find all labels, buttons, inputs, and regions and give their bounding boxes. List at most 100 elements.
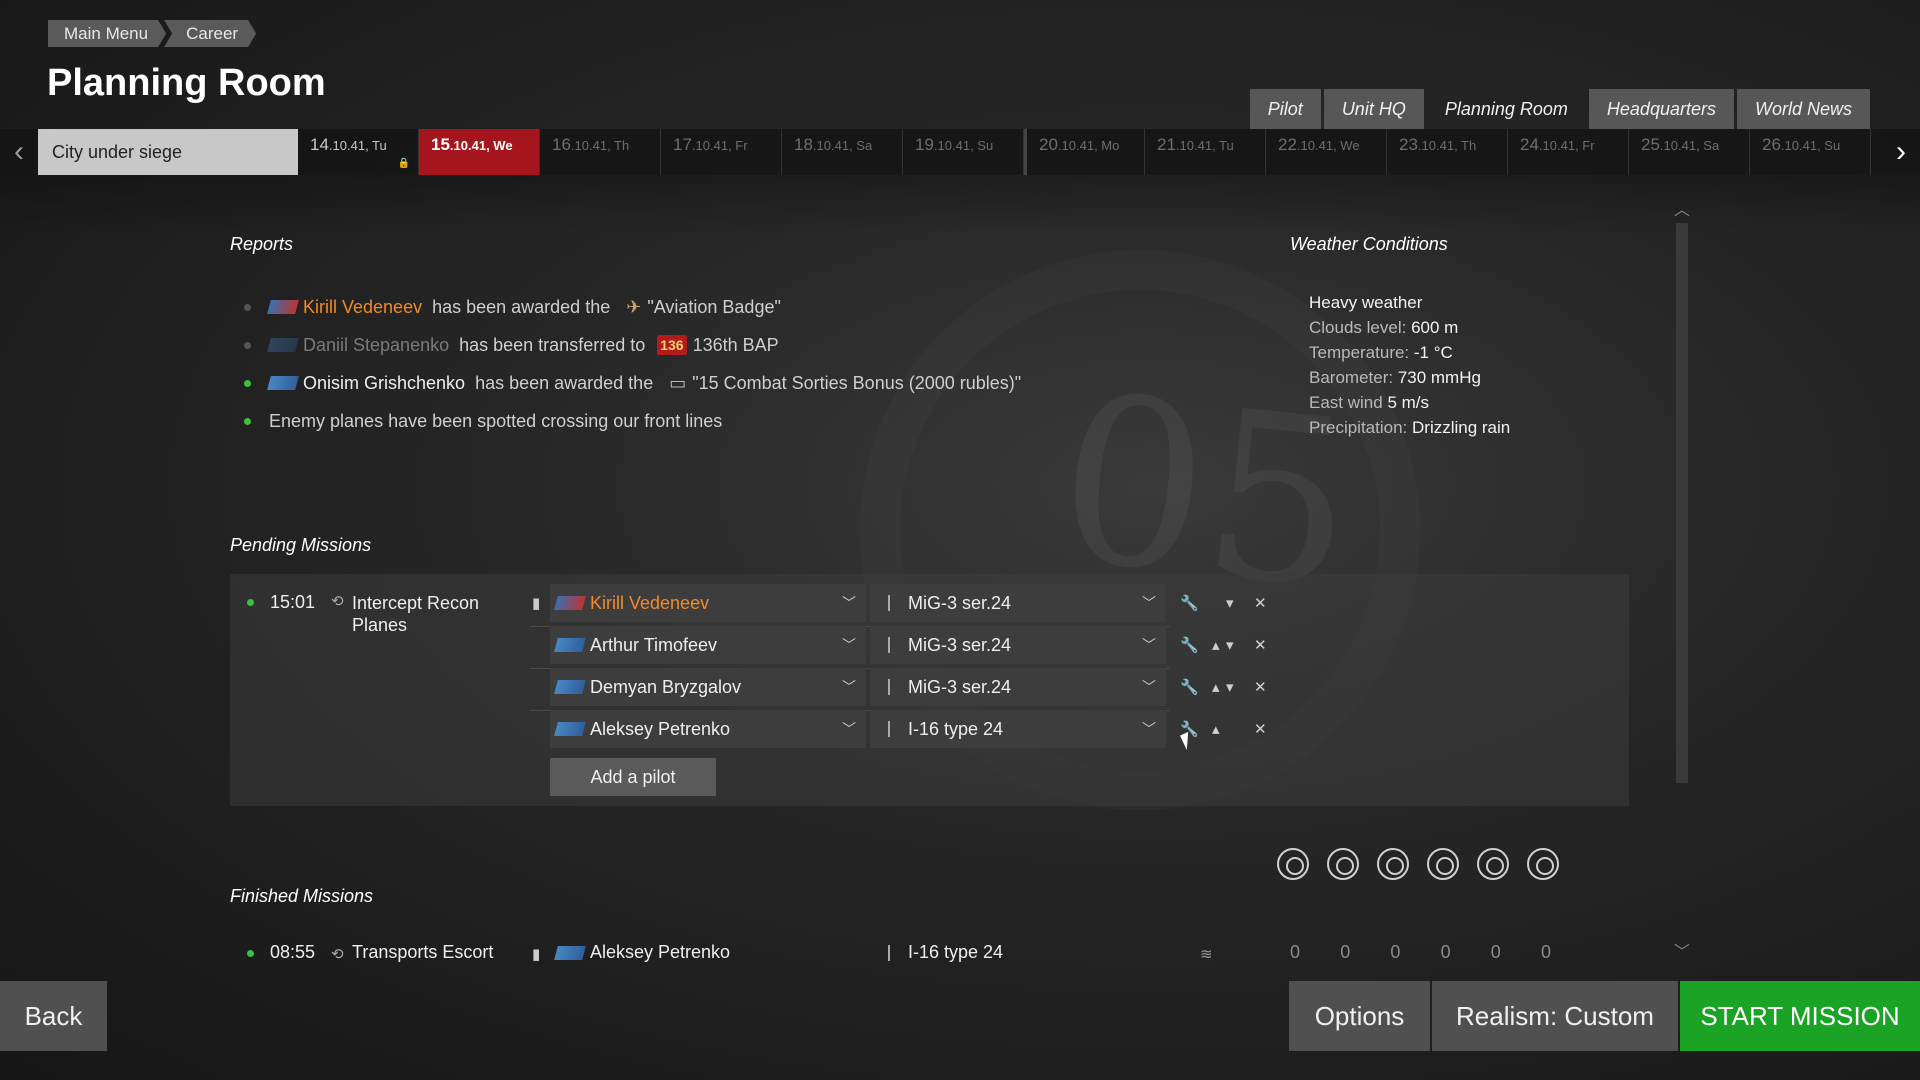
- plane-dropdown[interactable]: MiG-3 ser.24 ﹀: [870, 584, 1166, 622]
- date-cell[interactable]: 25.10.41, Sa: [1629, 129, 1750, 175]
- stat-value: 0: [1540, 942, 1551, 962]
- move-up-icon[interactable]: ▴: [1212, 678, 1220, 696]
- date-cell[interactable]: 15.10.41, We: [419, 129, 540, 175]
- flag-icon: [554, 638, 586, 652]
- finished-mission-time: 08:55: [270, 942, 316, 962]
- pilot-dropdown[interactable]: Aleksey Petrenko ﹀: [550, 710, 866, 748]
- date-cell[interactable]: 23.10.41, Th: [1387, 129, 1508, 175]
- date-rest: .10.41, Su: [933, 138, 994, 153]
- breadcrumb-main-menu[interactable]: Main Menu: [48, 20, 166, 47]
- stat-icons: [1277, 848, 1559, 880]
- reports-title: Reports: [230, 234, 294, 254]
- campaign-name[interactable]: City under siege: [38, 129, 298, 175]
- report-item: Onisim Grishchenko has been awarded the …: [244, 364, 1021, 402]
- date-cell[interactable]: 17.10.41, Fr: [661, 129, 782, 175]
- move-up-icon[interactable]: ▴: [1212, 720, 1220, 738]
- finished-stats: 0 0 0 0 0 0: [1290, 942, 1591, 963]
- plane-dropdown[interactable]: MiG-3 ser.24 ﹀: [870, 626, 1166, 664]
- date-cell[interactable]: 24.10.41, Fr: [1508, 129, 1629, 175]
- date-cell[interactable]: 18.10.41, Sa: [782, 129, 903, 175]
- add-pilot-button[interactable]: Add a pilot: [550, 758, 716, 796]
- finished-pilot[interactable]: Aleksey Petrenko: [554, 942, 730, 963]
- move-down-icon[interactable]: ▾: [1226, 594, 1234, 612]
- armor-targets-icon: [1377, 848, 1409, 880]
- wrench-icon[interactable]: 🔧: [1180, 636, 1199, 654]
- finished-mission-name[interactable]: Transports Escort: [352, 942, 493, 963]
- plane-dropdown-value: MiG-3 ser.24: [908, 592, 1012, 613]
- weather-wind: East wind 5 m/s: [1309, 393, 1429, 412]
- stat-value: 0: [1340, 942, 1351, 962]
- mission-name[interactable]: Intercept Recon Planes: [352, 592, 492, 636]
- fuel-gauge-icon: [888, 721, 890, 737]
- pilot-name[interactable]: Daniil Stepanenko: [303, 335, 449, 356]
- breadcrumb-career[interactable]: Career: [164, 20, 256, 47]
- finished-missions-title: Finished Missions: [230, 886, 374, 906]
- remove-icon[interactable]: ✕: [1254, 594, 1267, 612]
- date-cell[interactable]: 16.10.41, Th: [540, 129, 661, 175]
- realism-button[interactable]: Realism: Custom: [1432, 981, 1678, 1051]
- date-rest: .10.41, Th: [1417, 138, 1477, 153]
- move-down-icon[interactable]: ▾: [1226, 636, 1234, 654]
- plane-dropdown[interactable]: MiG-3 ser.24 ﹀: [870, 668, 1166, 706]
- move-up-icon[interactable]: ▴: [1212, 636, 1220, 654]
- date-day: 23: [1399, 135, 1418, 154]
- chevron-down-icon: ﹀: [1142, 721, 1156, 737]
- date-cell[interactable]: 19.10.41, Su: [903, 129, 1024, 175]
- back-button[interactable]: Back: [0, 981, 107, 1051]
- date-cell[interactable]: 22.10.41, We: [1266, 129, 1387, 175]
- date-cell[interactable]: 26.10.41, Su: [1750, 129, 1871, 175]
- weather-panel: Heavy weather Clouds level: 600 m Temper…: [1309, 290, 1510, 440]
- date-bar: ‹ City under siege 14.10.41, Tu 🔒 15.10.41…: [0, 129, 1920, 175]
- scrollbar[interactable]: [1676, 223, 1688, 783]
- date-day: 19: [915, 135, 934, 154]
- pending-missions-title: Pending Missions: [230, 535, 372, 555]
- tab-world-news[interactable]: World News: [1736, 89, 1870, 129]
- pilot-name[interactable]: Kirill Vedeneev: [303, 297, 422, 318]
- wings-badge-icon: ✈: [626, 296, 642, 317]
- chevron-left-icon[interactable]: ‹: [0, 129, 38, 175]
- tab-planning-room[interactable]: Planning Room: [1427, 89, 1586, 129]
- remove-icon[interactable]: ✕: [1254, 678, 1267, 696]
- wrench-icon[interactable]: 🔧: [1180, 678, 1199, 696]
- pilot-dropdown[interactable]: Kirill Vedeneev ﹀: [550, 584, 866, 622]
- scroll-up-icon[interactable]: ︿: [1674, 196, 1690, 220]
- chevron-right-icon[interactable]: ›: [1882, 129, 1920, 175]
- medal-icon: ≋: [1200, 946, 1213, 963]
- mission-status-dot: [247, 950, 254, 957]
- flag-icon: [554, 680, 586, 694]
- report-item: Kirill Vedeneev has been awarded the ✈ "…: [244, 288, 1021, 326]
- weather-barometer: Barometer: 730 mmHg: [1309, 368, 1481, 387]
- date-cell[interactable]: 20.10.41, Mo: [1024, 129, 1145, 175]
- plane-dropdown[interactable]: I-16 type 24 ﹀: [870, 710, 1166, 748]
- bullet: [244, 341, 251, 349]
- pilot-name[interactable]: Onisim Grishchenko: [303, 373, 465, 394]
- scroll-down-icon[interactable]: ﹀: [1674, 938, 1690, 962]
- date-cell[interactable]: 14.10.41, Tu 🔒: [298, 129, 419, 175]
- wrench-icon[interactable]: 🔧: [1180, 594, 1199, 612]
- tab-unit-hq[interactable]: Unit HQ: [1323, 89, 1424, 129]
- date-rest: .10.41, We: [1296, 138, 1360, 153]
- pilot-dropdown[interactable]: Arthur Timofeev ﹀: [550, 626, 866, 664]
- pilot-dropdown-value: Kirill Vedeneev: [590, 592, 710, 613]
- options-button[interactable]: Options: [1289, 981, 1430, 1051]
- remove-icon[interactable]: ✕: [1254, 636, 1267, 654]
- bookmark-icon[interactable]: ▮: [532, 945, 540, 963]
- pilot-dropdown[interactable]: Demyan Bryzgalov ﹀: [550, 668, 866, 706]
- weather-clouds: Clouds level: 600 m: [1309, 318, 1459, 337]
- date-cell[interactable]: 21.10.41, Tu: [1145, 129, 1266, 175]
- remove-icon[interactable]: ✕: [1254, 720, 1267, 738]
- stat-value: 0: [1490, 942, 1501, 962]
- tab-pilot[interactable]: Pilot: [1249, 89, 1321, 129]
- report-object: "15 Combat Sorties Bonus (2000 rubles)": [692, 372, 1022, 393]
- tab-headquarters[interactable]: Headquarters: [1588, 89, 1734, 129]
- move-down-icon[interactable]: ▾: [1226, 678, 1234, 696]
- start-mission-button[interactable]: START MISSION: [1680, 981, 1920, 1051]
- bookmark-icon[interactable]: ▮: [532, 594, 540, 612]
- naval-targets-icon: [1477, 848, 1509, 880]
- banknote-icon: ▭: [669, 372, 687, 393]
- top-tabs: Pilot Unit HQ Planning Room Headquarters…: [1247, 89, 1870, 129]
- artillery-targets-icon: [1427, 848, 1459, 880]
- date-day: 16: [552, 135, 571, 154]
- date-rest: .10.41, Sa: [812, 138, 873, 153]
- fuel-gauge-icon: [888, 944, 890, 961]
